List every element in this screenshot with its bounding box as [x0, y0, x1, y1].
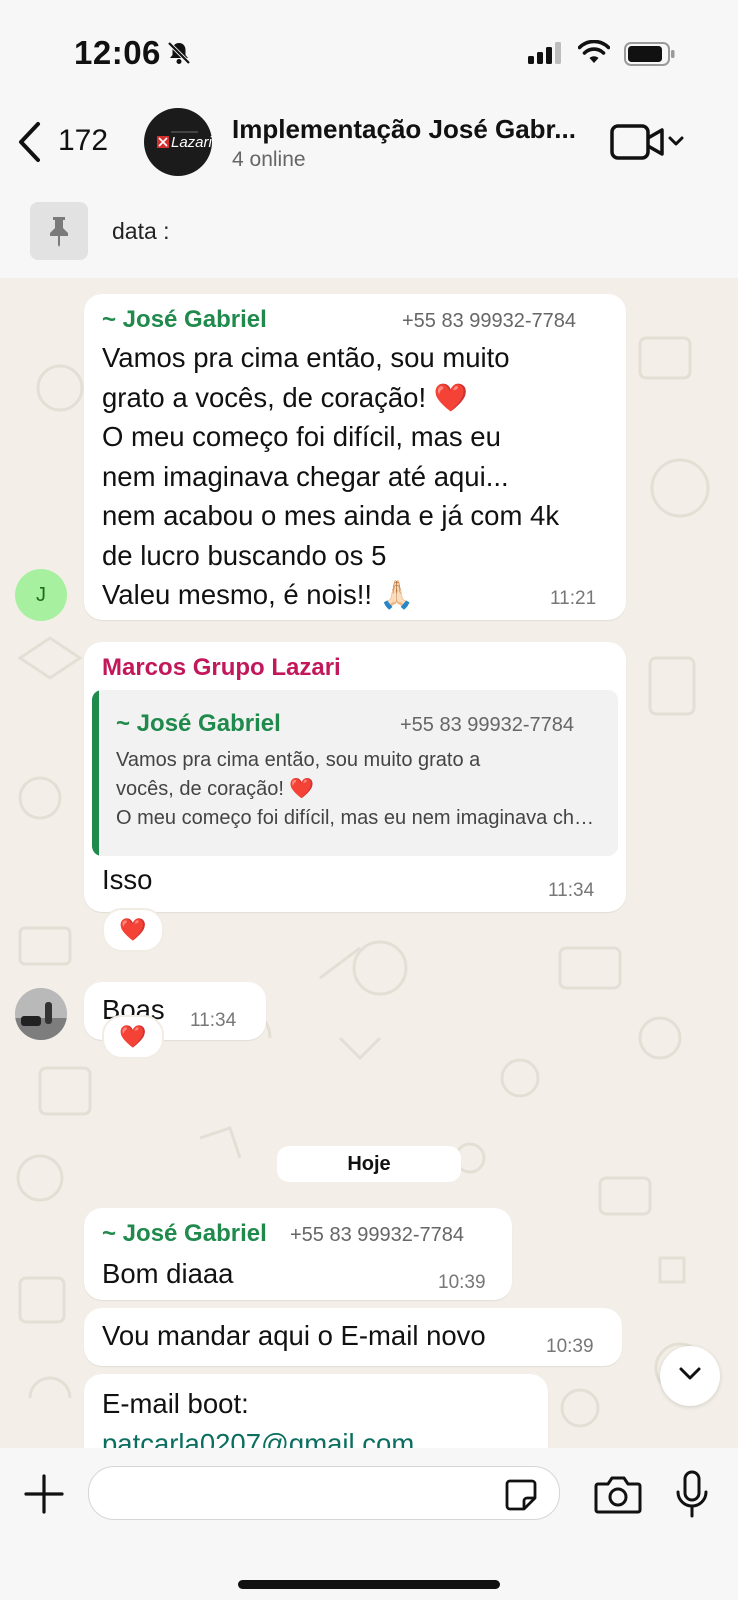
message-time: 11:21 — [550, 588, 597, 609]
pin-icon — [50, 217, 68, 247]
sender-name[interactable]: ~ José Gabriel — [102, 306, 267, 334]
sender-name[interactable]: Marcos Grupo Lazari — [102, 654, 341, 682]
sender-phone: +55 83 99932-7784 — [402, 310, 577, 332]
message-text: Vamos pra cima então, sou muito grato a … — [102, 342, 560, 610]
sender-avatar[interactable]: J — [15, 569, 67, 621]
pinned-message-bar[interactable]: data : — [0, 190, 738, 278]
wifi-icon — [578, 40, 610, 63]
camera-icon[interactable] — [594, 1474, 642, 1514]
plus-icon[interactable] — [24, 1474, 64, 1514]
quoted-message[interactable]: ~ José Gabriel +55 83 99932-7784 Vamos p… — [92, 690, 618, 856]
message-bubble[interactable]: E-mail boot: patcarla0207@gmail.com — [84, 1374, 548, 1448]
pinned-text: data : — [112, 218, 170, 244]
svg-text:Lazari: Lazari — [171, 134, 212, 151]
chat-area[interactable]: ~ José Gabriel +55 83 99932-7784 Vamos p… — [0, 278, 738, 1448]
email-link[interactable]: patcarla0207@gmail.com — [102, 1424, 414, 1448]
chat-title[interactable]: Implementação José Gabr... — [232, 114, 592, 145]
message-composer — [0, 1448, 738, 1600]
microphone-icon[interactable] — [674, 1470, 710, 1518]
message-bubble[interactable]: ~ José Gabriel +55 83 99932-7784 Vamos p… — [84, 294, 626, 620]
back-unread-count[interactable]: 172 — [58, 124, 108, 158]
message-input[interactable] — [88, 1466, 560, 1520]
chevron-down-icon — [679, 1367, 701, 1380]
signal-icon — [528, 42, 561, 64]
message-bubble[interactable]: Vou mandar aqui o E-mail novo 10:39 — [84, 1308, 622, 1366]
quote-accent-bar — [92, 690, 99, 856]
reaction-badge[interactable]: ❤️ — [102, 1015, 164, 1059]
message-bubble[interactable]: ~ José Gabriel +55 83 99932-7784 Bom dia… — [84, 1208, 512, 1300]
chevron-left-icon[interactable] — [16, 120, 42, 164]
battery-icon — [624, 42, 675, 66]
message-text: Isso — [102, 864, 153, 895]
chat-header: 172 Lazari Implementação José Gabr... 4 … — [0, 100, 738, 190]
avatar-photo-icon — [15, 988, 67, 1040]
home-indicator — [238, 1580, 500, 1589]
group-avatar[interactable]: Lazari — [144, 108, 212, 176]
quote-sender-phone: +55 83 99932-7784 — [400, 714, 575, 736]
quote-text-line: O meu começo foi difícil, mas eu nem ima… — [116, 807, 602, 829]
status-bar: 12:06 — [0, 0, 738, 100]
sender-phone: +55 83 99932-7784 — [290, 1224, 465, 1246]
video-camera-icon[interactable] — [608, 122, 688, 162]
pin-icon-box — [30, 202, 88, 260]
sender-name[interactable]: ~ José Gabriel — [102, 1220, 267, 1248]
message-text: E-mail boot: — [102, 1388, 249, 1419]
sender-avatar[interactable] — [15, 988, 67, 1040]
message-text: Bom diaaa — [102, 1258, 234, 1289]
status-time: 12:06 — [74, 34, 161, 71]
message-time: 10:39 — [546, 1336, 594, 1357]
lazari-logo-icon: Lazari — [157, 131, 212, 151]
message-text: Vou mandar aqui o E-mail novo — [102, 1320, 486, 1351]
quote-text-line: Vamos pra cima então, sou muito grato a — [116, 749, 481, 771]
day-divider: Hoje — [277, 1146, 461, 1182]
message-time: 11:34 — [190, 1010, 237, 1031]
message-bubble[interactable]: Marcos Grupo Lazari ~ José Gabriel +55 8… — [84, 642, 626, 912]
scroll-to-bottom-button[interactable] — [660, 1346, 720, 1406]
sticker-icon[interactable] — [504, 1478, 538, 1512]
bell-slash-icon — [167, 41, 191, 65]
message-time: 10:39 — [438, 1272, 486, 1293]
quote-text-line: vocês, de coração! ❤️ — [116, 778, 315, 800]
quote-sender-name: ~ José Gabriel — [116, 710, 281, 737]
message-time: 11:34 — [548, 880, 595, 901]
chat-subtitle: 4 online — [232, 148, 306, 171]
reaction-badge[interactable]: ❤️ — [102, 908, 164, 952]
